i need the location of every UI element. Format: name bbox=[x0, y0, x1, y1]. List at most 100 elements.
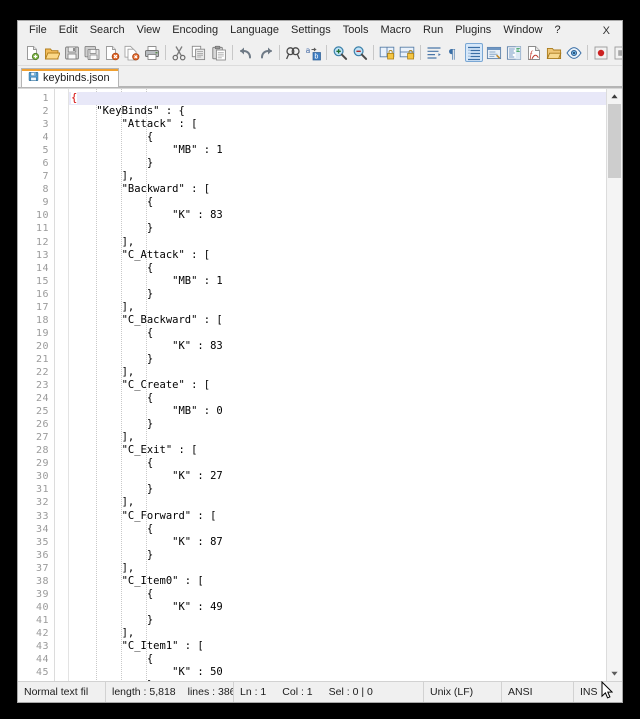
menu-item-language[interactable]: Language bbox=[224, 22, 285, 39]
code-line[interactable]: "KeyBinds" : { bbox=[69, 105, 606, 118]
code-line[interactable]: "K" : 27 bbox=[69, 470, 606, 483]
code-line[interactable]: { bbox=[69, 653, 606, 666]
code-line[interactable]: { bbox=[69, 131, 606, 144]
code-line[interactable]: } bbox=[69, 222, 606, 235]
code-line[interactable]: } bbox=[69, 483, 606, 496]
scrollbar-thumb[interactable] bbox=[608, 104, 621, 178]
code-line[interactable]: "K" : 83 bbox=[69, 209, 606, 222]
code-line[interactable]: } bbox=[69, 614, 606, 627]
tab-keybinds-json[interactable]: keybinds.json bbox=[21, 68, 119, 87]
status-encoding[interactable]: ANSI bbox=[502, 682, 574, 702]
code-line[interactable]: ], bbox=[69, 170, 606, 183]
menu-item-settings[interactable]: Settings bbox=[285, 22, 337, 39]
code-line[interactable]: { bbox=[69, 457, 606, 470]
menu-item-help[interactable]: ? bbox=[548, 22, 566, 39]
sync-horizontal-scroll-icon[interactable] bbox=[398, 43, 416, 62]
indent-guide-icon[interactable] bbox=[465, 43, 483, 62]
menu-item-plugins[interactable]: Plugins bbox=[449, 22, 497, 39]
code-line[interactable]: "Attack" : [ bbox=[69, 118, 606, 131]
code-line[interactable]: { bbox=[69, 392, 606, 405]
code-line[interactable]: "MB" : 1 bbox=[69, 144, 606, 157]
code-line[interactable]: } bbox=[69, 418, 606, 431]
monitoring-icon[interactable] bbox=[565, 43, 583, 62]
stop-macro-icon[interactable] bbox=[612, 43, 623, 62]
line-number: 19 bbox=[18, 327, 54, 340]
code-line[interactable]: "MB" : 1 bbox=[69, 275, 606, 288]
menu-item-edit[interactable]: Edit bbox=[53, 22, 84, 39]
cut-icon[interactable] bbox=[170, 43, 188, 62]
code-line[interactable]: } bbox=[69, 157, 606, 170]
code-folding-margin[interactable] bbox=[55, 89, 69, 681]
copy-icon[interactable] bbox=[190, 43, 208, 62]
code-line[interactable]: "C_Attack" : [ bbox=[69, 249, 606, 262]
show-all-characters-icon[interactable]: ¶ bbox=[445, 43, 463, 62]
code-line[interactable]: { bbox=[69, 92, 606, 105]
code-line[interactable]: "C_Create" : [ bbox=[69, 379, 606, 392]
close-file-icon[interactable] bbox=[103, 43, 121, 62]
document-map-icon[interactable] bbox=[505, 43, 523, 62]
code-line[interactable]: { bbox=[69, 262, 606, 275]
code-text-area[interactable]: { "KeyBinds" : { "Attack" : [ { "MB" : 1… bbox=[69, 89, 606, 681]
menu-item-view[interactable]: View bbox=[131, 22, 167, 39]
find-icon[interactable] bbox=[284, 43, 302, 62]
word-wrap-icon[interactable] bbox=[425, 43, 443, 62]
code-line[interactable]: } bbox=[69, 353, 606, 366]
code-line[interactable]: "C_Exit" : [ bbox=[69, 444, 606, 457]
record-macro-icon[interactable] bbox=[592, 43, 610, 62]
close-document-button[interactable]: X bbox=[598, 23, 615, 39]
status-insert-mode[interactable]: INS bbox=[574, 682, 614, 702]
scroll-down-arrow-icon[interactable] bbox=[607, 666, 622, 681]
code-line[interactable]: { bbox=[69, 327, 606, 340]
code-line[interactable]: } bbox=[69, 288, 606, 301]
folder-as-workspace-icon[interactable] bbox=[545, 43, 563, 62]
status-eol-format[interactable]: Unix (LF) bbox=[424, 682, 502, 702]
menu-item-tools[interactable]: Tools bbox=[337, 22, 375, 39]
code-line[interactable]: "K" : 50 bbox=[69, 666, 606, 679]
code-line[interactable]: { bbox=[69, 196, 606, 209]
menu-item-search[interactable]: Search bbox=[84, 22, 131, 39]
save-all-icon[interactable] bbox=[83, 43, 101, 62]
undo-icon[interactable] bbox=[237, 43, 255, 62]
function-list-icon[interactable]: f bbox=[525, 43, 543, 62]
zoom-out-icon[interactable] bbox=[351, 43, 369, 62]
paste-icon[interactable] bbox=[210, 43, 228, 62]
code-line[interactable]: } bbox=[69, 679, 606, 681]
save-icon[interactable] bbox=[63, 43, 81, 62]
replace-icon[interactable]: a b bbox=[304, 43, 322, 62]
redo-icon[interactable] bbox=[257, 43, 275, 62]
close-all-files-icon[interactable] bbox=[123, 43, 141, 62]
code-line[interactable]: ], bbox=[69, 496, 606, 509]
code-line[interactable]: "C_Backward" : [ bbox=[69, 314, 606, 327]
code-line[interactable]: ], bbox=[69, 366, 606, 379]
menu-item-run[interactable]: Run bbox=[417, 22, 449, 39]
new-file-icon[interactable] bbox=[23, 43, 41, 62]
code-line[interactable]: } bbox=[69, 549, 606, 562]
code-line[interactable]: { bbox=[69, 523, 606, 536]
code-line[interactable]: "C_Item1" : [ bbox=[69, 640, 606, 653]
menu-item-window[interactable]: Window bbox=[497, 22, 548, 39]
open-file-icon[interactable] bbox=[43, 43, 61, 62]
code-line[interactable]: { bbox=[69, 588, 606, 601]
code-line[interactable]: ], bbox=[69, 562, 606, 575]
print-icon[interactable] bbox=[143, 43, 161, 62]
code-line[interactable]: ], bbox=[69, 236, 606, 249]
menu-item-file[interactable]: File bbox=[23, 22, 53, 39]
menu-item-macro[interactable]: Macro bbox=[374, 22, 417, 39]
code-line[interactable]: ], bbox=[69, 627, 606, 640]
code-line[interactable]: "Backward" : [ bbox=[69, 183, 606, 196]
user-defined-dialog-icon[interactable] bbox=[485, 43, 503, 62]
code-line[interactable]: "MB" : 0 bbox=[69, 405, 606, 418]
scroll-up-arrow-icon[interactable] bbox=[607, 89, 622, 104]
sync-vertical-scroll-icon[interactable] bbox=[378, 43, 396, 62]
code-line[interactable]: ], bbox=[69, 431, 606, 444]
code-line[interactable]: "K" : 83 bbox=[69, 340, 606, 353]
code-line[interactable]: "K" : 87 bbox=[69, 536, 606, 549]
code-line[interactable]: "C_Item0" : [ bbox=[69, 575, 606, 588]
scrollbar-track[interactable] bbox=[607, 104, 622, 666]
code-line[interactable]: ], bbox=[69, 301, 606, 314]
code-line[interactable]: "K" : 49 bbox=[69, 601, 606, 614]
menu-item-encoding[interactable]: Encoding bbox=[166, 22, 224, 39]
vertical-scrollbar[interactable] bbox=[606, 89, 622, 681]
zoom-in-icon[interactable] bbox=[331, 43, 349, 62]
code-line[interactable]: "C_Forward" : [ bbox=[69, 510, 606, 523]
